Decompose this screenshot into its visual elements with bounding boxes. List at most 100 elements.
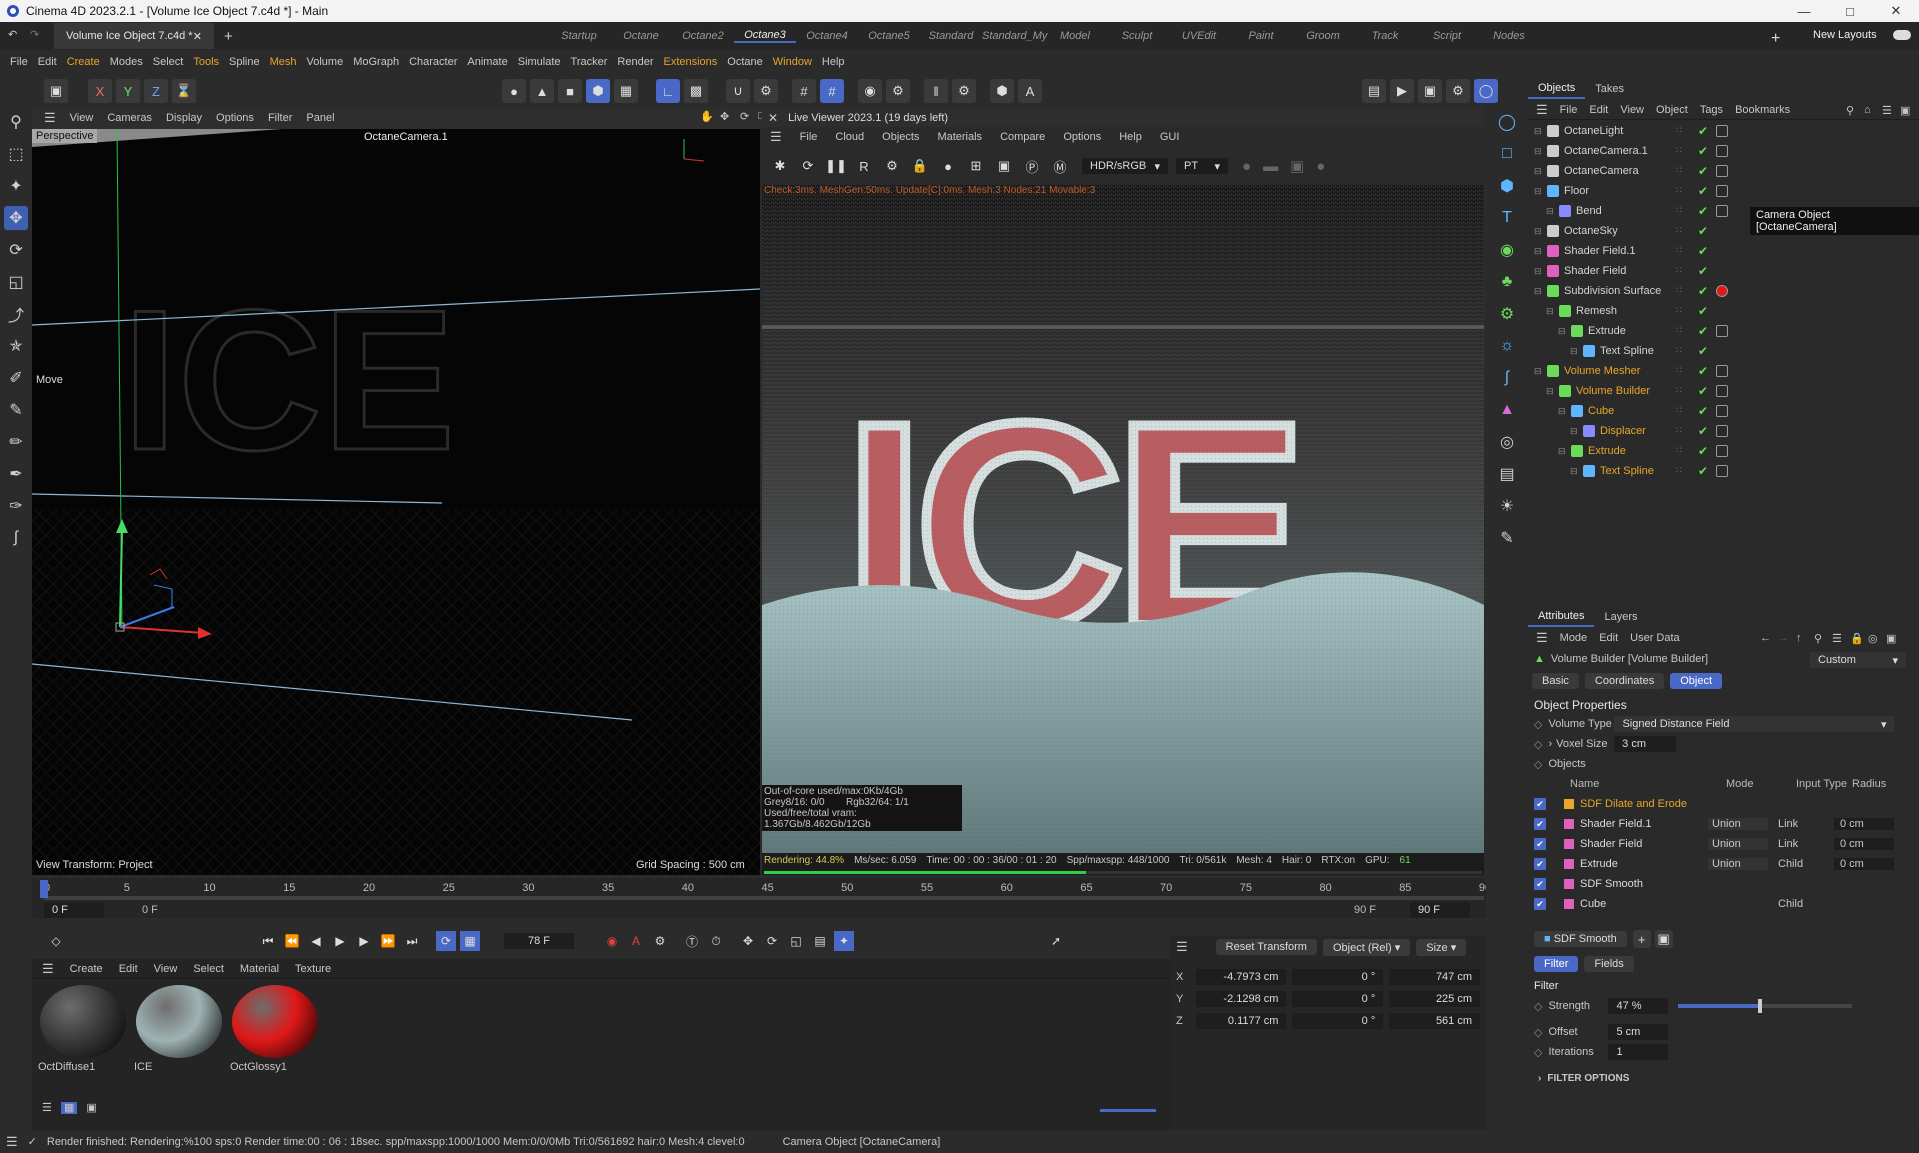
next-frame-icon[interactable]: ▶ — [354, 931, 374, 951]
maximize-icon[interactable]: □ — [1827, 4, 1873, 19]
grid-view-icon[interactable]: ▦ — [60, 1102, 78, 1114]
object-row[interactable]: ⊟ Floor ∷ ✔ — [1528, 181, 1919, 201]
expand-toggle-icon[interactable]: ⊟ — [1570, 346, 1580, 357]
attributes-tab-attributes[interactable]: Attributes — [1528, 607, 1595, 627]
menu-mesh[interactable]: Mesh — [270, 56, 297, 68]
menu-select[interactable]: Select — [153, 56, 184, 68]
object-tag-icon[interactable] — [1716, 465, 1728, 477]
restart-render-icon[interactable]: ✱ — [768, 154, 792, 178]
object-tag-icon[interactable] — [1716, 165, 1728, 177]
3d-viewport[interactable]: ICE Perspective OctaneCamera.1 Move View… — [32, 129, 760, 875]
primitive-icon[interactable]: ⬢ — [1495, 174, 1519, 198]
next-key-icon[interactable]: ⏩ — [378, 931, 398, 951]
object-name[interactable]: Remesh — [1576, 305, 1617, 317]
layout-tab-model[interactable]: Model — [1044, 30, 1106, 42]
material-menu-create[interactable]: Create — [70, 963, 103, 975]
object-name[interactable]: OctaneLight — [1564, 125, 1623, 137]
coord-size-field[interactable]: 747 cm — [1389, 969, 1481, 985]
keyframe-diamond-icon[interactable]: ◇ — [46, 931, 66, 951]
texture-mode-icon[interactable]: ▦ — [614, 79, 638, 103]
layout-tab-nodes[interactable]: Nodes — [1478, 30, 1540, 42]
go-to-end-icon[interactable]: ⏭ — [402, 931, 422, 951]
table-row[interactable]: ✔ SDF Smooth — [1534, 874, 1919, 894]
x-axis-lock-button[interactable]: X — [88, 79, 112, 103]
objects-search-icon[interactable]: ⚲ — [1846, 104, 1854, 117]
axis-mode-icon[interactable]: ∟ — [656, 79, 680, 103]
previous-frame-icon[interactable]: ◀ — [306, 931, 326, 951]
sphere-icon[interactable]: ● — [936, 154, 960, 178]
expand-toggle-icon[interactable]: ⊟ — [1534, 246, 1544, 257]
magnet-icon[interactable]: ∫ — [4, 526, 28, 550]
points-mode-icon[interactable]: ● — [502, 79, 526, 103]
expand-toggle-icon[interactable]: ⊟ — [1558, 406, 1568, 417]
move-tool-icon[interactable]: ✥ — [4, 206, 28, 230]
position-key-icon[interactable]: ✥ — [738, 931, 758, 951]
workplane-icon[interactable]: # — [792, 79, 816, 103]
playhead-marker[interactable] — [40, 880, 48, 898]
edges-mode-icon[interactable]: ▲ — [530, 79, 554, 103]
timeline-curve-icon[interactable]: ➚ — [1046, 931, 1066, 951]
object-row[interactable]: ⊟ Extrude ∷ ✔ — [1528, 321, 1919, 341]
objects-home-icon[interactable]: ⌂ — [1864, 104, 1871, 116]
object-name[interactable]: Text Spline — [1600, 465, 1654, 477]
subtab-object[interactable]: Object — [1670, 673, 1723, 689]
enabled-check-icon[interactable]: ✔ — [1698, 124, 1708, 138]
object-tag-icon[interactable] — [1716, 425, 1728, 437]
attributes-menu-mode[interactable]: Mode — [1560, 632, 1588, 644]
add-tab-icon[interactable]: + — [224, 28, 233, 45]
visibility-dots-icon[interactable]: ∷ — [1676, 185, 1686, 197]
live-viewer-menu-help[interactable]: Help — [1119, 131, 1142, 143]
polygons-mode-icon[interactable]: ■ — [558, 79, 582, 103]
coordinate-system-icon[interactable]: ⌛ — [172, 79, 196, 103]
field-icon[interactable]: ☼ — [1495, 334, 1519, 358]
timeline-ruler[interactable]: 051015202530354045505560657075808590 0 F… — [32, 878, 1491, 918]
status-hamburger-icon[interactable]: ☰ — [6, 1134, 18, 1150]
viewport-move-icon[interactable]: ✥ — [720, 110, 729, 123]
play-icon[interactable]: ▶ — [330, 931, 350, 951]
menu-tools[interactable]: Tools — [193, 56, 219, 68]
visibility-dots-icon[interactable]: ∷ — [1676, 245, 1686, 257]
render-to-picture-viewer-icon[interactable]: ▣ — [1418, 79, 1442, 103]
material-zoom-slider[interactable] — [1100, 1109, 1156, 1112]
object-name[interactable]: OctaneSky — [1564, 225, 1618, 237]
offset-field[interactable]: 5 cm — [1608, 1024, 1669, 1040]
expand-toggle-icon[interactable]: ⊟ — [1558, 446, 1568, 457]
enabled-check-icon[interactable]: ✔ — [1698, 224, 1708, 238]
object-name[interactable]: OctaneCamera.1 — [1564, 145, 1648, 157]
filter-options-label[interactable]: FILTER OPTIONS — [1547, 1073, 1629, 1084]
viewport-menu-filter[interactable]: Filter — [268, 112, 292, 124]
voxel-size-field[interactable]: 3 cm — [1614, 736, 1677, 752]
enabled-check-icon[interactable]: ✔ — [1698, 444, 1708, 458]
layout-tab-sculpt[interactable]: Sculpt — [1106, 30, 1168, 42]
zoom-search-icon[interactable]: ⚲ — [4, 110, 28, 134]
enabled-check-icon[interactable]: ✔ — [1698, 384, 1708, 398]
menu-character[interactable]: Character — [409, 56, 457, 68]
object-row[interactable]: ⊟ Text Spline ∷ ✔ — [1528, 461, 1919, 481]
scale-key-icon[interactable]: ◱ — [786, 931, 806, 951]
color-space-select[interactable]: HDR/sRGB ▾ — [1082, 158, 1168, 174]
reset-transform-button[interactable]: Reset Transform — [1215, 939, 1317, 955]
render-r-icon[interactable]: R — [852, 154, 876, 178]
object-name[interactable]: Displacer — [1600, 425, 1646, 437]
object-row[interactable]: ⊟ Remesh ∷ ✔ — [1528, 301, 1919, 321]
objects-menu-tags[interactable]: Tags — [1700, 104, 1723, 116]
visibility-dots-icon[interactable]: ∷ — [1676, 365, 1686, 377]
layout-tab-paint[interactable]: Paint — [1230, 30, 1292, 42]
object-tag-icon[interactable] — [1716, 445, 1728, 457]
object-row[interactable]: ⊟ OctaneLight ∷ ✔ — [1528, 121, 1919, 141]
expand-toggle-icon[interactable]: ⊟ — [1534, 186, 1544, 197]
menu-octane[interactable]: Octane — [727, 56, 762, 68]
visibility-dots-icon[interactable]: ∷ — [1676, 345, 1686, 357]
object-tag-icon[interactable] — [1716, 385, 1728, 397]
animate-diamond-icon[interactable]: ◇ — [1534, 1046, 1542, 1059]
focus-f-icon[interactable]: Ⓟ — [1020, 154, 1044, 178]
symmetry-icon[interactable]: ‖ — [924, 79, 948, 103]
layout-tab-octane3[interactable]: Octane3 — [734, 29, 796, 43]
thumbnail-view-icon[interactable]: ▣ — [86, 1102, 96, 1114]
keyframe-selection-icon[interactable]: Ⓣ — [682, 931, 702, 951]
object-row[interactable]: ⊟ OctaneCamera ∷ ✔ — [1528, 161, 1919, 181]
live-viewer-close-icon[interactable]: ✕ — [768, 111, 778, 125]
menu-tracker[interactable]: Tracker — [571, 56, 608, 68]
visibility-dots-icon[interactable]: ∷ — [1676, 405, 1686, 417]
spline-pen-icon[interactable]: ✐ — [4, 366, 28, 390]
